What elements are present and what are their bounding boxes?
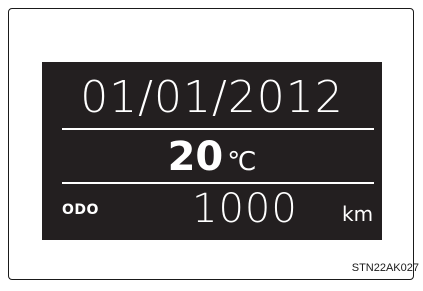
divider-bottom [62,182,374,184]
temperature-value: 20 [167,134,224,180]
temperature-unit: ℃ [227,147,257,177]
date-readout: 01/01/2012 [80,72,344,123]
figure-id-caption: STN22AK027 [351,262,419,274]
divider-top [62,128,374,130]
odometer-value: 1000 [192,186,298,232]
multi-information-display: 01/01/2012 20 ℃ ODO 1000 km [42,62,382,240]
odometer-label: ODO [62,202,99,218]
temperature-readout: 20 ℃ [42,134,382,185]
odometer-unit: km [342,202,374,226]
